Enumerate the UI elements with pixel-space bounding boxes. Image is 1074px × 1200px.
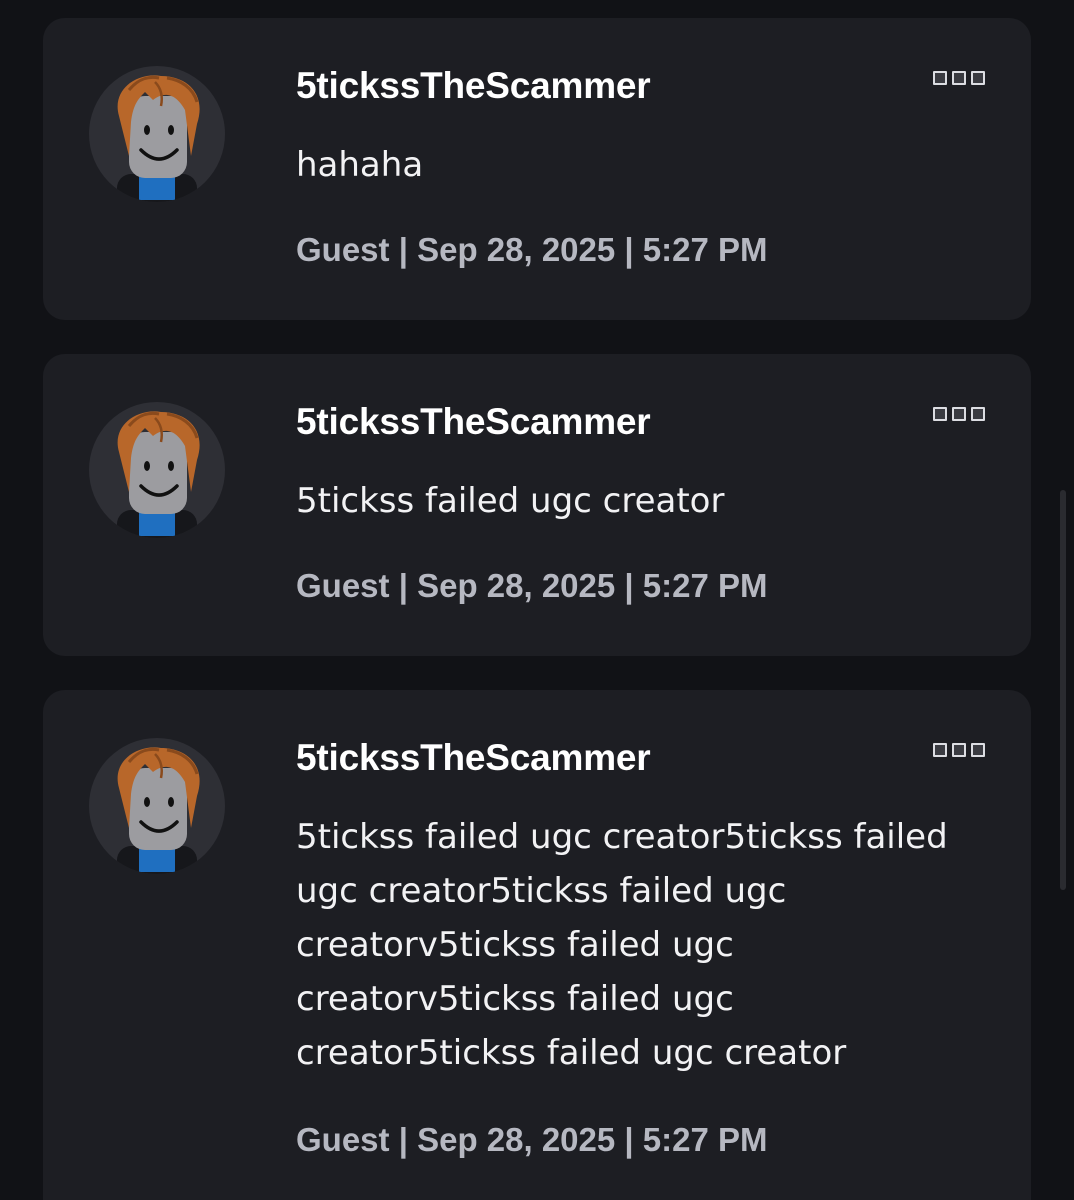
comment-card: 5tickssTheScammer 5tickss failed ugc cre… (43, 354, 1031, 656)
avatar-icon[interactable] (89, 738, 225, 874)
comment-username[interactable]: 5tickssTheScammer (296, 62, 651, 110)
comment-card: 5tickssTheScammer hahaha Guest | Sep 28,… (43, 18, 1031, 320)
more-options-icon (952, 407, 966, 421)
comment-message: 5tickss failed ugc creator5tickss failed… (296, 817, 948, 1073)
comment-meta: Guest | Sep 28, 2025 | 5:27 PM (296, 567, 768, 604)
more-options-icon (971, 743, 985, 757)
more-options-icon (971, 71, 985, 85)
more-options-icon (952, 71, 966, 85)
more-options-button[interactable] (933, 404, 985, 424)
comment-feed: 5tickssTheScammer hahaha Guest | Sep 28,… (0, 0, 1074, 1200)
comment-username[interactable]: 5tickssTheScammer (296, 734, 651, 782)
comment-meta: Guest | Sep 28, 2025 | 5:27 PM (296, 231, 768, 268)
more-options-icon (933, 71, 947, 85)
scrollbar[interactable] (1060, 490, 1066, 890)
comment-message: 5tickss failed ugc creator (296, 481, 725, 521)
comment-meta: Guest | Sep 28, 2025 | 5:27 PM (296, 1121, 768, 1158)
more-options-icon (933, 743, 947, 757)
avatar-icon[interactable] (89, 402, 225, 538)
avatar-icon[interactable] (89, 66, 225, 202)
comment-message: hahaha (296, 145, 424, 185)
more-options-icon (952, 743, 966, 757)
comment-username[interactable]: 5tickssTheScammer (296, 398, 651, 446)
comment-card: 5tickssTheScammer 5tickss failed ugc cre… (43, 690, 1031, 1200)
more-options-icon (933, 407, 947, 421)
more-options-button[interactable] (933, 740, 985, 760)
more-options-icon (971, 407, 985, 421)
more-options-button[interactable] (933, 68, 985, 88)
